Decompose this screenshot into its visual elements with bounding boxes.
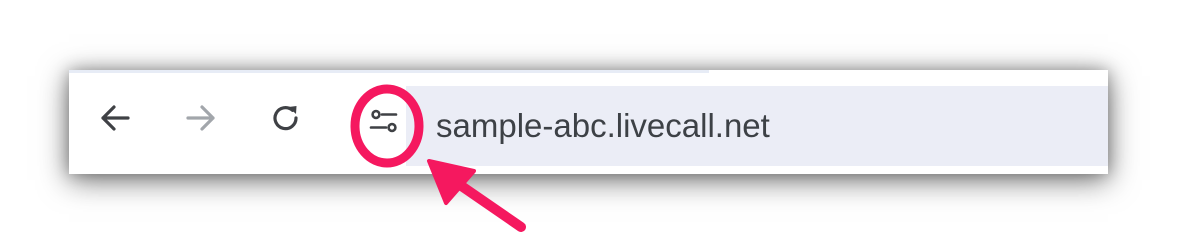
toolbar-top-edge (69, 70, 709, 73)
arrow-left-icon (101, 105, 130, 131)
arrow-right-icon (186, 105, 215, 131)
reload-icon (273, 106, 298, 131)
site-info-button[interactable] (367, 107, 401, 135)
tune-sliders-icon (369, 109, 398, 133)
back-button[interactable] (95, 98, 135, 138)
screenshot-stage: sample-abc.livecall.net (0, 0, 1177, 244)
reload-button[interactable] (266, 98, 306, 138)
browser-toolbar: sample-abc.livecall.net (69, 70, 1108, 174)
forward-button[interactable] (181, 98, 221, 138)
url-text[interactable]: sample-abc.livecall.net (436, 106, 770, 146)
